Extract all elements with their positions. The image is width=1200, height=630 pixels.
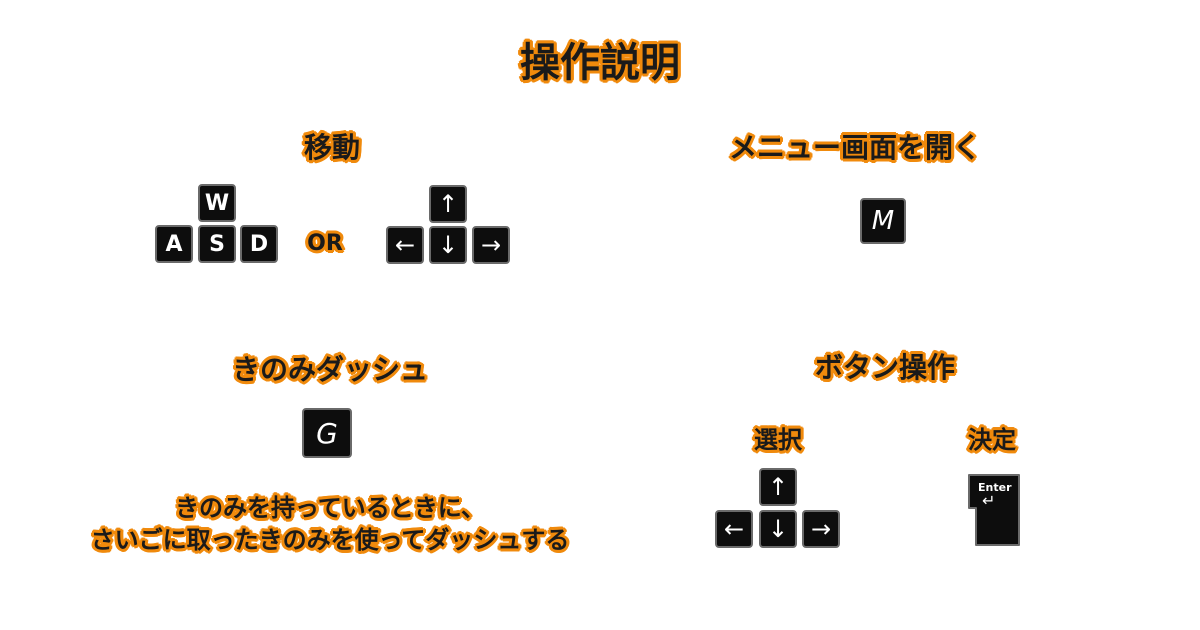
key-up-arrow-icon: ↑ [429, 185, 467, 223]
move-heading: 移動 [303, 131, 360, 164]
dash-heading: きのみダッシュ [231, 353, 428, 386]
key-down-arrow-icon: ↓ [429, 226, 467, 264]
confirm-label: 決定 [968, 426, 1016, 454]
enter-key-symbol: ↵ [982, 491, 996, 510]
page-title: 操作説明 [520, 40, 680, 86]
or-label: OR [307, 231, 343, 256]
key-w: W [198, 184, 236, 222]
dash-description-line1: きのみを持っているときに、 [174, 494, 486, 522]
buttons-heading: ボタン操作 [814, 351, 955, 384]
key-m: M [860, 198, 906, 244]
select-left-arrow-icon: ← [715, 510, 753, 548]
select-label: 選択 [754, 426, 802, 454]
key-d: D [240, 225, 278, 263]
key-right-arrow-icon: → [472, 226, 510, 264]
menu-heading: メニュー画面を開く [728, 131, 981, 164]
dash-description-line2: さいごに取ったきのみを使ってダッシュする [90, 526, 570, 554]
select-down-arrow-icon: ↓ [759, 510, 797, 548]
key-left-arrow-icon: ← [386, 226, 424, 264]
key-g: G [302, 408, 352, 458]
select-up-arrow-icon: ↑ [759, 468, 797, 506]
enter-key-icon: Enter ↵ [966, 472, 1022, 548]
select-right-arrow-icon: → [802, 510, 840, 548]
key-s: S [198, 225, 236, 263]
key-a: A [155, 225, 193, 263]
